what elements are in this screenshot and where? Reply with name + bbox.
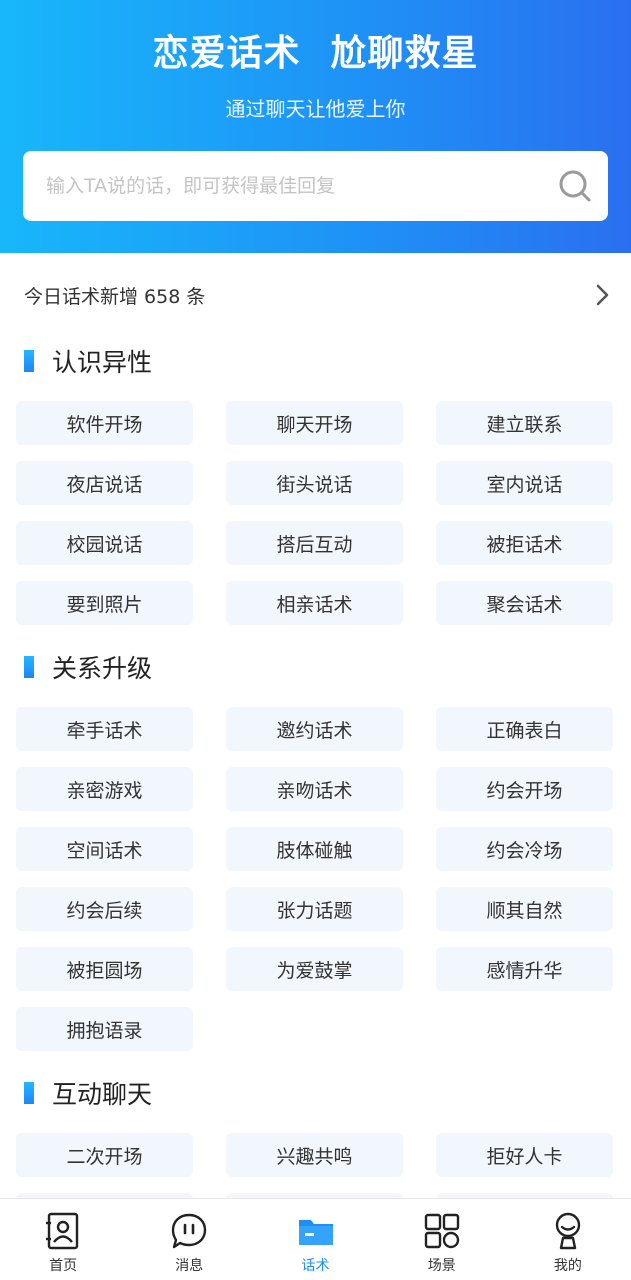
chip-item[interactable]: 室内说话: [436, 461, 613, 505]
hero-title-right: 尬聊救星: [330, 33, 479, 74]
hero-title-left: 恋爱话术: [152, 33, 301, 74]
chip-item[interactable]: 要到照片: [16, 581, 193, 625]
chip-item[interactable]: 街头说话: [226, 461, 403, 505]
chip-item[interactable]: 搭后互动: [226, 521, 403, 565]
tab-label: 首页: [49, 1258, 78, 1274]
section-title-chat: 互动聊天: [24, 1075, 152, 1111]
bottom-tab-bar: 首页 消息 话术 场景 我的: [0, 1198, 631, 1280]
hero-header: 恋爱话术 尬聊救星 通过聊天让他爱上你: [0, 0, 631, 253]
chip-item[interactable]: 二次开场: [16, 1133, 193, 1177]
section-title-meet: 认识异性: [24, 343, 152, 379]
chip-item[interactable]: 肢体碰触: [226, 827, 403, 871]
tab-label: 场景: [427, 1258, 456, 1274]
chip-item[interactable]: 相亲话术: [226, 581, 403, 625]
tab-label: 我的: [553, 1258, 582, 1274]
chip-item[interactable]: 牵手话术: [16, 707, 193, 751]
chip-item[interactable]: 亲密游戏: [16, 767, 193, 811]
tab-messages[interactable]: 消息: [126, 1199, 252, 1280]
chip-item[interactable]: 聊天开场: [226, 401, 403, 445]
grid-icon: [424, 1213, 459, 1249]
section-grid-meet: 软件开场 聊天开场 建立联系 夜店说话 街头说话 室内说话 校园说话 搭后互动 …: [16, 401, 614, 625]
folder-icon: [298, 1220, 333, 1245]
tab-label: 消息: [175, 1258, 204, 1274]
hero-title: 恋爱话术 尬聊救星: [0, 24, 631, 76]
chip-item[interactable]: 建立联系: [436, 401, 613, 445]
chip-item[interactable]: 聚会话术: [436, 581, 613, 625]
section-grid-upgrade: 牵手话术 邀约话术 正确表白 亲密游戏 亲吻话术 约会开场 空间话术 肢体碰触 …: [16, 707, 614, 1051]
chip-item[interactable]: 拥抱语录: [16, 1007, 193, 1051]
chip-item[interactable]: 软件开场: [16, 401, 193, 445]
contact-book-icon: [46, 1212, 79, 1250]
chip-item[interactable]: 约会冷场: [436, 827, 613, 871]
section-title-text: 认识异性: [52, 348, 153, 377]
chip-item[interactable]: 兴趣共鸣: [226, 1133, 403, 1177]
chip-item[interactable]: 感情升华: [436, 947, 613, 991]
chip-item[interactable]: 为爱鼓掌: [226, 947, 403, 991]
app-screen: 恋爱话术尬聊救星 通过聊天让他爱上你 今日话术新增 658 条 认识异性 软件开…: [0, 0, 631, 1280]
chip-item[interactable]: 校园说话: [16, 521, 193, 565]
search-input[interactable]: [46, 175, 558, 197]
chip-item[interactable]: 拒好人卡: [436, 1133, 613, 1177]
section-title-text: 关系升级: [52, 654, 153, 683]
chip-item[interactable]: 邀约话术: [226, 707, 403, 751]
chat-bubble-icon: [172, 1213, 207, 1249]
chip-item[interactable]: 夜店说话: [16, 461, 193, 505]
person-icon: [555, 1212, 581, 1250]
section-accent-bar: [24, 350, 34, 372]
hero-subtitle: 通过聊天让他爱上你: [225, 97, 406, 121]
tab-mine[interactable]: 我的: [505, 1199, 631, 1280]
section-title-text: 互动聊天: [52, 1080, 153, 1109]
chip-item[interactable]: 亲吻话术: [226, 767, 403, 811]
chip-item[interactable]: 约会后续: [16, 887, 193, 931]
tab-scripts[interactable]: 话术: [252, 1199, 378, 1280]
chip-item[interactable]: 约会开场: [436, 767, 613, 811]
chip-item[interactable]: 被拒话术: [436, 521, 613, 565]
section-accent-bar: [24, 656, 34, 678]
chip-item[interactable]: 被拒圆场: [16, 947, 193, 991]
daily-new-stats-text: 今日话术新增 658 条: [24, 285, 206, 308]
search-icon[interactable]: [558, 169, 592, 203]
chip-item[interactable]: 空间话术: [16, 827, 193, 871]
tab-label: 话术: [301, 1258, 330, 1274]
daily-new-stats-row[interactable]: 今日话术新增 658 条: [0, 270, 631, 320]
tab-home[interactable]: 首页: [0, 1199, 126, 1280]
chip-item[interactable]: 张力话题: [226, 887, 403, 931]
chevron-right-icon[interactable]: [593, 282, 611, 308]
section-accent-bar: [24, 1082, 34, 1104]
chip-item[interactable]: 正确表白: [436, 707, 613, 751]
search-box[interactable]: [23, 151, 608, 221]
section-title-upgrade: 关系升级: [24, 649, 152, 685]
tab-scenes[interactable]: 场景: [379, 1199, 505, 1280]
chip-item[interactable]: 顺其自然: [436, 887, 613, 931]
